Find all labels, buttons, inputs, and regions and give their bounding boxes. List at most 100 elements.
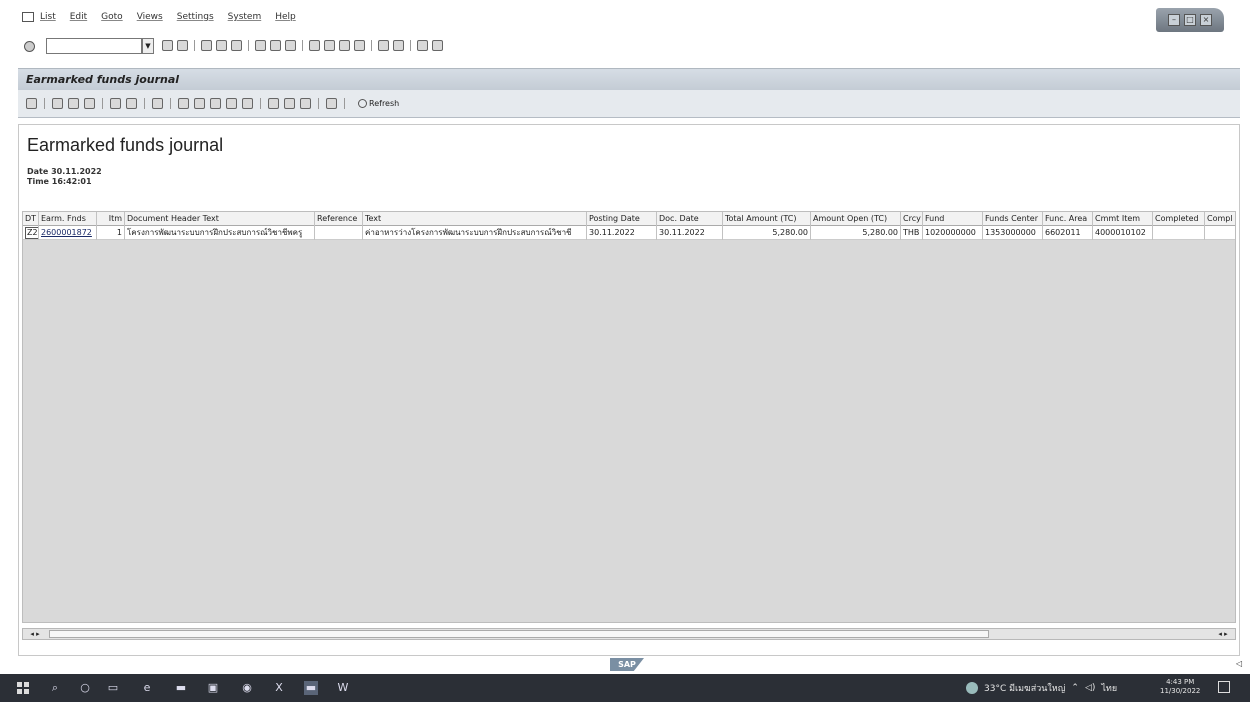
column-header-completed[interactable]: Completed	[1153, 212, 1205, 226]
alv-toolbar: Refresh	[26, 98, 399, 109]
mail-icon[interactable]	[242, 98, 253, 109]
command-field-dropdown-icon[interactable]: ▼	[142, 38, 154, 54]
last-page-icon[interactable]	[354, 40, 365, 51]
separator	[344, 98, 345, 109]
menu-icon[interactable]	[22, 12, 34, 22]
table-row[interactable]: Z2 2600001872 1 โครงการพัฒนาระบบการฝึกปร…	[23, 226, 1235, 240]
store-icon[interactable]: ▣	[206, 681, 220, 695]
column-header-doc-date[interactable]: Doc. Date	[657, 212, 723, 226]
search-icon[interactable]: ⌕	[48, 681, 62, 695]
local-file-icon[interactable]	[226, 98, 237, 109]
column-header-amount-open[interactable]: Amount Open (TC)	[811, 212, 901, 226]
information-icon[interactable]	[326, 98, 337, 109]
spreadsheet-icon[interactable]	[194, 98, 205, 109]
select-layout-icon[interactable]	[284, 98, 295, 109]
column-header-total-amount[interactable]: Total Amount (TC)	[723, 212, 811, 226]
chrome-icon[interactable]: ◉	[240, 681, 254, 695]
cancel-icon[interactable]	[231, 40, 242, 51]
status-expand-icon[interactable]: ◁	[1236, 659, 1242, 668]
menu-system[interactable]: System	[228, 12, 262, 22]
cell-earm-fnds-link[interactable]: 2600001872	[39, 226, 97, 240]
menu-bar: List Edit Goto Views Settings System Hel…	[0, 0, 1250, 34]
shortcut-icon[interactable]	[393, 40, 404, 51]
journal-grid: DT Earm. Fnds Itm Document Header Text R…	[22, 211, 1236, 623]
windows-start-icon[interactable]	[16, 681, 30, 695]
sort-ascending-icon[interactable]	[52, 98, 63, 109]
find-icon[interactable]	[270, 40, 281, 51]
print-icon[interactable]	[255, 40, 266, 51]
chevron-up-icon[interactable]: ⌃	[1071, 683, 1079, 693]
back-nav-icon[interactable]	[201, 40, 212, 51]
task-view-icon[interactable]: ○	[78, 681, 92, 695]
clock[interactable]: 4:43 PM 11/30/2022	[1160, 678, 1200, 696]
notification-icon[interactable]	[1218, 681, 1230, 693]
time-value: 16:42:01	[51, 177, 92, 186]
previous-page-icon[interactable]	[324, 40, 335, 51]
horizontal-scrollbar[interactable]: ◂ ▸ ◂ ▸	[22, 628, 1236, 640]
clock-date: 11/30/2022	[1160, 687, 1201, 695]
column-header-cmmt-item[interactable]: Cmmt Item	[1093, 212, 1153, 226]
scrollbar-thumb[interactable]	[49, 630, 989, 638]
total-icon[interactable]	[110, 98, 121, 109]
column-header-crcy[interactable]: Crcy	[901, 212, 923, 226]
excel-icon[interactable]: X	[272, 681, 286, 695]
cell-dt[interactable]: Z2	[23, 226, 39, 240]
close-icon[interactable]: ×	[1200, 14, 1212, 26]
scroll-right-icon[interactable]: ◂ ▸	[1213, 630, 1233, 639]
cell-fund: 1020000000	[923, 226, 983, 240]
command-field[interactable]	[46, 38, 142, 54]
edge-icon[interactable]: e	[140, 681, 154, 695]
layout-menu-icon[interactable]	[432, 40, 443, 51]
column-header-posting-date[interactable]: Posting Date	[587, 212, 657, 226]
help-icon[interactable]	[417, 40, 428, 51]
print-preview-icon[interactable]	[152, 98, 163, 109]
menu-views[interactable]: Views	[137, 12, 163, 22]
weather-icon[interactable]	[966, 682, 978, 694]
column-header-func-area[interactable]: Func. Area	[1043, 212, 1093, 226]
save-layout-icon[interactable]	[300, 98, 311, 109]
word-icon[interactable]: W	[336, 681, 350, 695]
minimize-icon[interactable]: –	[1168, 14, 1180, 26]
save-icon[interactable]	[177, 40, 188, 51]
subtotal-icon[interactable]	[126, 98, 137, 109]
next-page-icon[interactable]	[339, 40, 350, 51]
column-header-itm[interactable]: Itm	[97, 212, 125, 226]
explorer-icon[interactable]: ▭	[106, 681, 120, 695]
refresh-button[interactable]: Refresh	[358, 99, 399, 108]
filter-icon[interactable]	[84, 98, 95, 109]
exit-icon[interactable]	[216, 40, 227, 51]
enter-icon[interactable]	[24, 41, 35, 52]
details-icon[interactable]	[26, 98, 37, 109]
column-header-reference[interactable]: Reference	[315, 212, 363, 226]
mail-app-icon[interactable]: ▬	[174, 681, 188, 695]
menu-settings[interactable]: Settings	[177, 12, 214, 22]
column-header-text[interactable]: Text	[363, 212, 587, 226]
change-layout-icon[interactable]	[268, 98, 279, 109]
separator	[170, 98, 171, 109]
new-session-icon[interactable]	[378, 40, 389, 51]
menu-help[interactable]: Help	[275, 12, 296, 22]
column-header-fund[interactable]: Fund	[923, 212, 983, 226]
column-header-compl[interactable]: Compl	[1205, 212, 1235, 226]
sort-descending-icon[interactable]	[68, 98, 79, 109]
menu-edit[interactable]: Edit	[70, 12, 87, 22]
first-page-icon[interactable]	[309, 40, 320, 51]
column-header-dt[interactable]: DT	[23, 212, 39, 226]
menu-list-item[interactable]: List	[40, 12, 56, 22]
column-header-funds-center[interactable]: Funds Center	[983, 212, 1043, 226]
input-language[interactable]: ไทย	[1101, 681, 1117, 695]
column-header-doc-header-text[interactable]: Document Header Text	[125, 212, 315, 226]
sap-logon-icon[interactable]: ▬	[304, 681, 318, 695]
speaker-icon[interactable]: ◁)	[1085, 683, 1095, 693]
separator	[260, 98, 261, 109]
maximize-icon[interactable]: □	[1184, 14, 1196, 26]
menu-goto[interactable]: Goto	[101, 12, 123, 22]
column-header-earm-fnds[interactable]: Earm. Fnds	[39, 212, 97, 226]
back-icon[interactable]	[162, 40, 173, 51]
separator	[144, 98, 145, 109]
word-processing-icon[interactable]	[210, 98, 221, 109]
scroll-left-icon[interactable]: ◂ ▸	[25, 630, 45, 639]
weather-text[interactable]: 33°C มีเมฆส่วนใหญ่	[984, 681, 1065, 695]
find-next-icon[interactable]	[285, 40, 296, 51]
export-icon[interactable]	[178, 98, 189, 109]
